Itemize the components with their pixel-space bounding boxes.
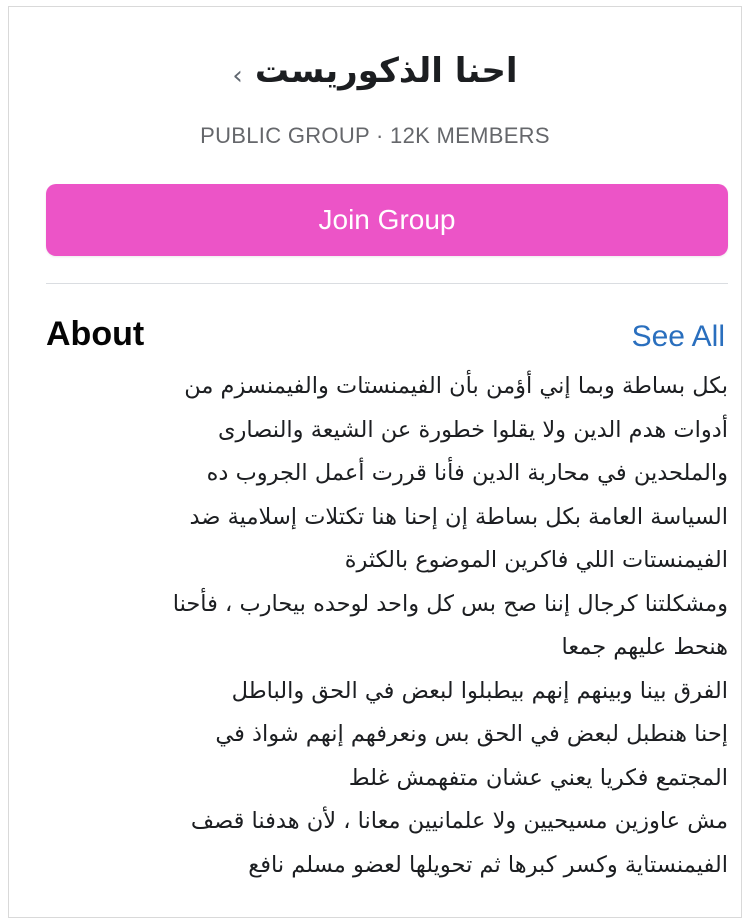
chevron-left-icon[interactable]: ‹ <box>232 63 242 89</box>
group-title[interactable]: احنا الذكوريست <box>255 51 518 91</box>
about-line: ومشكلتنا كرجال إننا صح بس كل واحد لوحده … <box>172 590 728 617</box>
about-line: الفيمنستاية وكسر كبرها ثم تحويلها لعضو م… <box>248 851 728 878</box>
about-line: أدوات هدم الدين ولا يقلوا خطورة عن الشيع… <box>217 416 728 443</box>
see-all-link[interactable]: See All <box>632 320 725 354</box>
about-line: الفرق بينا وبينهم إنهم بيطبلوا لبعض في ا… <box>231 677 728 704</box>
about-description: بكل بساطة وبما إني أؤمن بأن الفيمنستات و… <box>46 365 728 887</box>
about-line: مش عاوزين مسيحيين ولا علمانيين معانا ، ل… <box>190 808 728 834</box>
about-line: الفيمنستات اللي فاكرين الموضوع بالكثرة <box>344 547 728 573</box>
about-line: المجتمع فكريا يعني عشان متفهمش غلط <box>348 764 728 791</box>
about-line: السياسة العامة بكل بساطة إن إحنا هنا تكت… <box>189 503 728 530</box>
about-heading: About <box>46 315 145 353</box>
about-line: بكل بساطة وبما إني أؤمن بأن الفيمنستات و… <box>184 373 728 399</box>
join-group-button[interactable]: Join Group <box>46 184 728 256</box>
divider <box>46 283 728 284</box>
group-header: ‹ احنا الذكوريست <box>9 51 741 91</box>
group-meta: PUBLIC GROUP · 12K MEMBERS <box>200 123 550 148</box>
about-line: إحنا هنطبل لبعض في الحق بس ونعرفهم إنهم … <box>215 721 728 747</box>
about-line: هنحط عليهم جمعا <box>561 634 728 660</box>
group-card: ‹ احنا الذكوريست PUBLIC GROUP · 12K MEMB… <box>8 6 742 918</box>
about-line: والملحدين في محاربة الدين فأنا قررت أعمل… <box>206 460 728 486</box>
